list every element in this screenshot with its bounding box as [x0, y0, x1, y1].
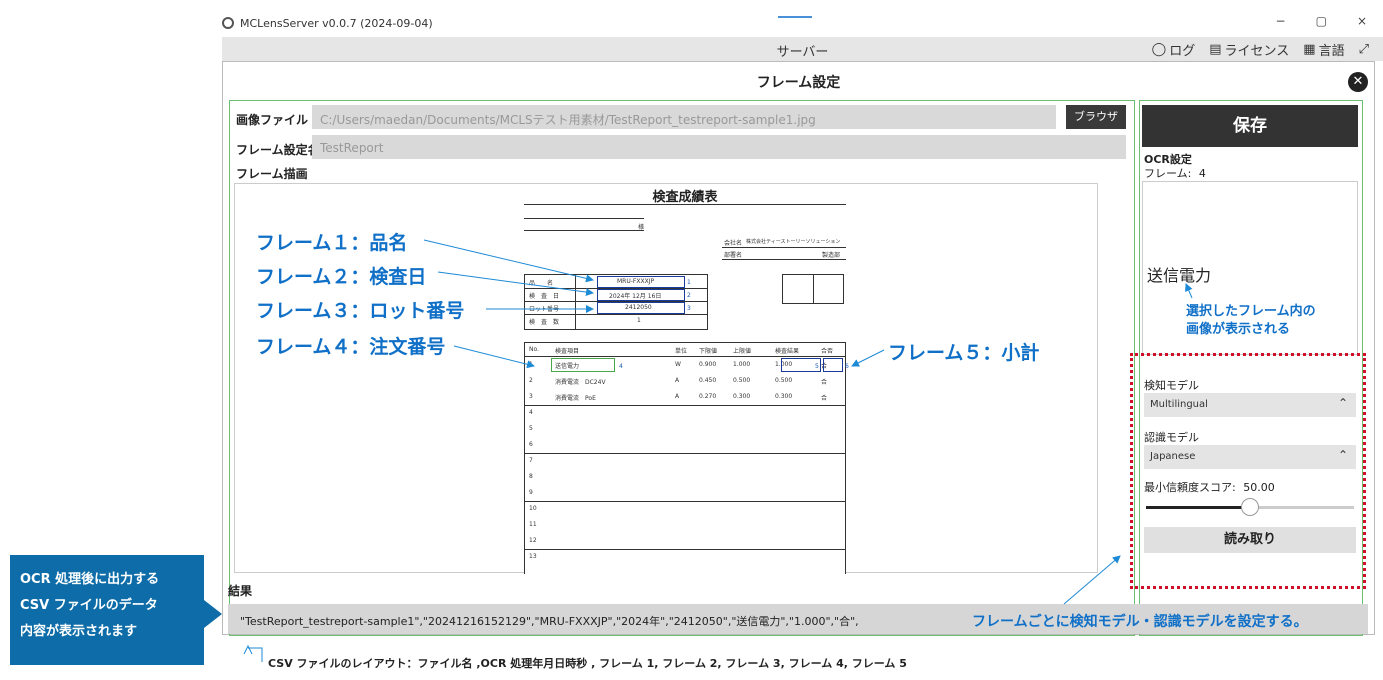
arrow-preview	[1185, 283, 1193, 299]
arrow-csv-layout-head	[243, 644, 253, 655]
arrow-model-note	[1063, 555, 1121, 605]
annotation-arrows	[243, 239, 1193, 662]
arrow-frame2	[437, 271, 594, 297]
arrow-frame4	[453, 345, 535, 369]
arrow-frame5	[851, 349, 885, 367]
